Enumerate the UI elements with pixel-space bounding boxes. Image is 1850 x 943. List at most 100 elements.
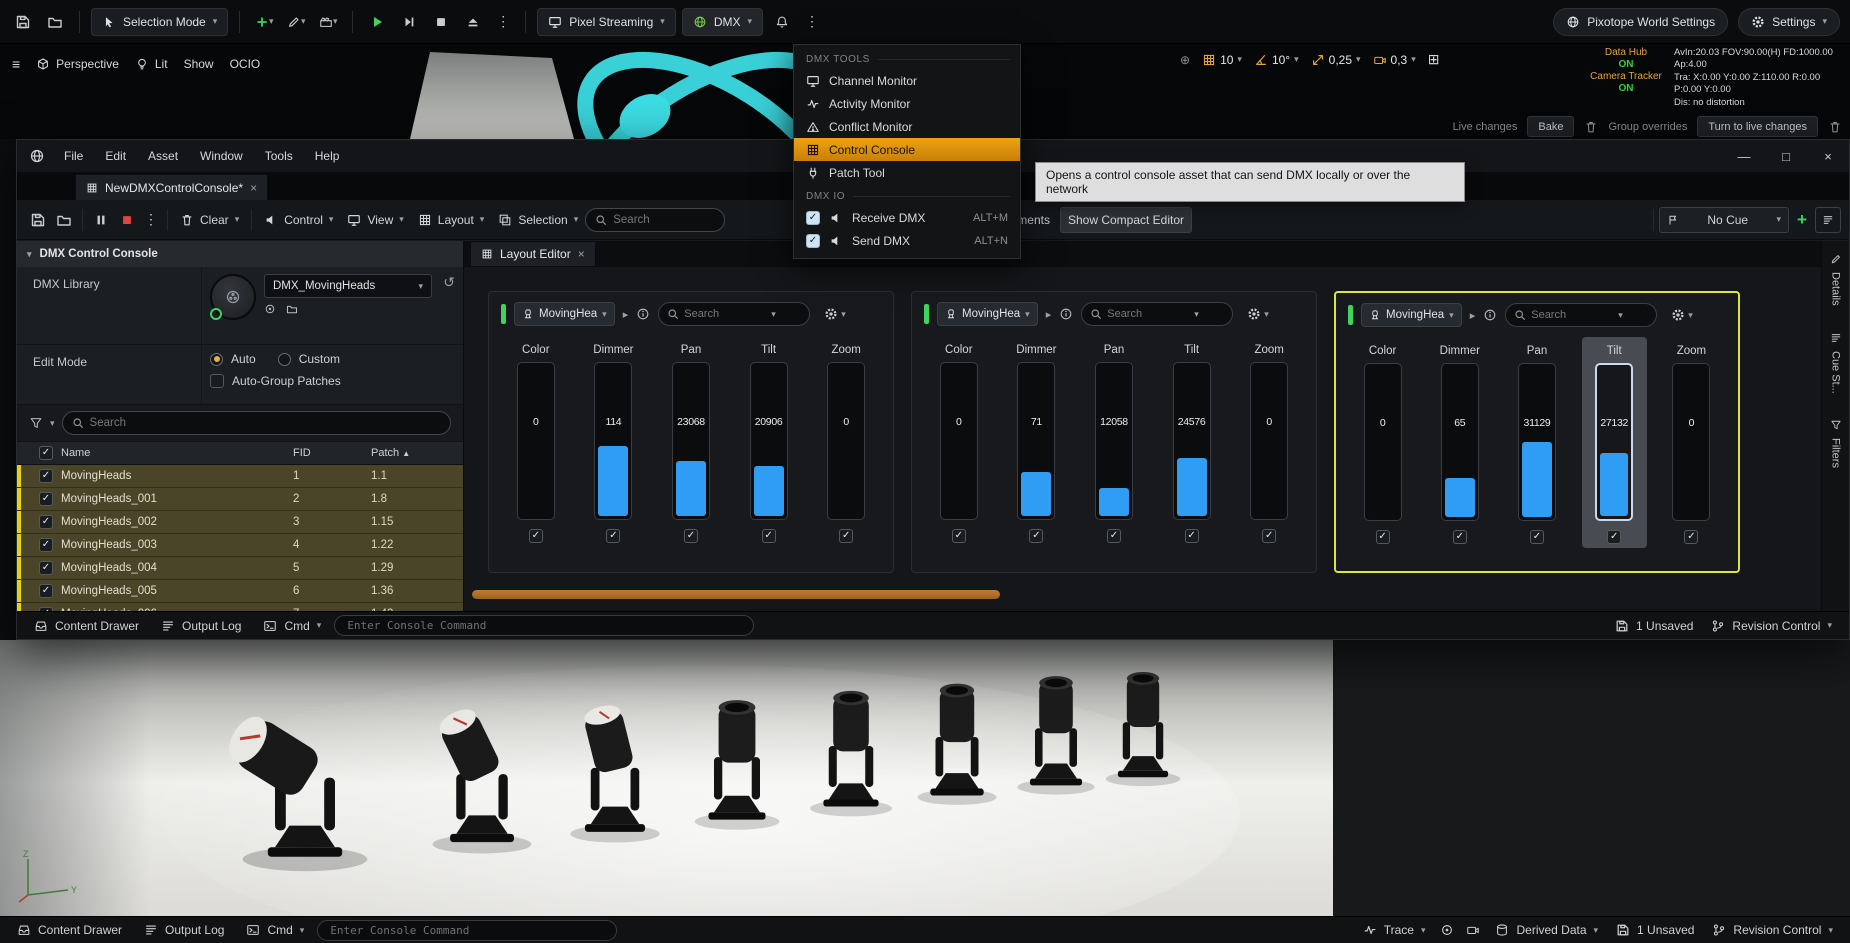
chevron-down-icon[interactable]: ▾	[50, 418, 55, 429]
send-dmx-checkbox[interactable]	[806, 234, 820, 248]
menu-item-control-console[interactable]: Control Console	[794, 138, 1020, 161]
fader-zoom[interactable]: Zoom 0	[813, 336, 879, 547]
row-checkbox[interactable]	[39, 492, 53, 506]
info-icon[interactable]	[636, 307, 650, 321]
group-name-dropdown[interactable]: MovingHea▾	[1361, 303, 1462, 327]
menu-item-receive-dmx[interactable]: Receive DMX ALT+M	[794, 206, 1020, 229]
menu-asset[interactable]: Asset	[137, 149, 189, 163]
group-search-input[interactable]: ▾	[658, 302, 810, 326]
left-panel-header[interactable]: ▾DMX Control Console	[17, 241, 463, 267]
patch-row[interactable]: MovingHeads 1 1.1	[17, 465, 463, 488]
revision-control-dropdown[interactable]: Revision Control▾	[1703, 918, 1842, 942]
group-search-input[interactable]: ▾	[1081, 302, 1233, 326]
group-name-dropdown[interactable]: MovingHea▾	[937, 302, 1038, 326]
stop-button[interactable]	[428, 9, 454, 35]
layout-editor-canvas[interactable]: MovingHea▾ ▸ ▾ ▾ Color 0	[464, 267, 1821, 611]
viewport-options-menu[interactable]: ≡	[12, 56, 20, 72]
derived-data-dropdown[interactable]: Derived Data▾	[1486, 918, 1607, 942]
pixel-streaming-dropdown[interactable]: Pixel Streaming ▾	[537, 8, 676, 36]
fader-track[interactable]: 0	[1672, 363, 1710, 521]
fader-dimmer[interactable]: Dimmer 114	[581, 336, 647, 547]
group-expand-arrow[interactable]: ▸	[623, 308, 629, 321]
output-log-button[interactable]: Output Log	[152, 614, 250, 638]
browse-to-asset-button[interactable]	[51, 207, 77, 233]
close-tab-icon[interactable]: ×	[578, 247, 585, 261]
save-button[interactable]	[10, 9, 36, 35]
fader-enable-checkbox[interactable]	[529, 529, 543, 543]
fader-enable-checkbox[interactable]	[1185, 529, 1199, 543]
patch-row[interactable]: MovingHeads_006 7 1.43	[17, 603, 463, 611]
minimize-button[interactable]: —	[1723, 140, 1765, 173]
fader-enable-checkbox[interactable]	[1607, 530, 1621, 544]
column-fid[interactable]: FID	[293, 447, 363, 459]
fader-zoom[interactable]: Zoom 0	[1236, 336, 1302, 547]
fader-pan[interactable]: Pan 12058	[1081, 336, 1147, 547]
fader-enable-checkbox[interactable]	[1029, 529, 1043, 543]
unsaved-indicator[interactable]: 1 Unsaved	[1607, 918, 1703, 942]
scale-snap-dropdown[interactable]: 0,25▾	[1311, 53, 1361, 67]
fader-pan[interactable]: Pan 31129	[1504, 337, 1569, 548]
cinematics-button[interactable]: ▾	[315, 9, 341, 35]
fader-track[interactable]: 24576	[1173, 362, 1211, 520]
dmx-dropdown[interactable]: DMX ▾	[682, 8, 763, 36]
fader-track[interactable]: 0	[827, 362, 865, 520]
side-tab-cuest[interactable]: Cue St...	[1830, 332, 1842, 394]
lit-dropdown[interactable]: Lit	[135, 57, 168, 71]
selection-mode-dropdown[interactable]: Selection Mode ▾	[91, 8, 228, 36]
grid-snap-dropdown[interactable]: 10▾	[1202, 53, 1242, 67]
save-asset-button[interactable]	[25, 207, 51, 233]
playback-options-menu[interactable]: ⋮	[140, 211, 162, 228]
row-checkbox[interactable]	[39, 515, 53, 529]
filter-funnel-icon[interactable]	[29, 416, 43, 430]
level-viewport-3d[interactable]: Z Y	[0, 640, 1850, 916]
fader-enable-checkbox[interactable]	[606, 529, 620, 543]
rotation-snap-dropdown[interactable]: 10°▾	[1254, 53, 1299, 67]
toolbar-search-input[interactable]	[585, 208, 725, 232]
group-settings-dropdown[interactable]: ▾	[1665, 303, 1699, 327]
fader-dimmer[interactable]: Dimmer 71	[1004, 336, 1070, 547]
patch-row[interactable]: MovingHeads_003 4 1.22	[17, 534, 463, 557]
fader-pan[interactable]: Pan 23068	[658, 336, 724, 547]
fader-enable-checkbox[interactable]	[1684, 530, 1698, 544]
camera-speed-dropdown[interactable]: 0,3▾	[1373, 53, 1416, 67]
output-log-button[interactable]: Output Log	[135, 918, 233, 942]
horizontal-scrollbar[interactable]	[472, 590, 1000, 599]
maximize-viewport-button[interactable]: ⊞	[1428, 51, 1440, 68]
perspective-dropdown[interactable]: Perspective	[36, 57, 119, 71]
fader-enable-checkbox[interactable]	[1530, 530, 1544, 544]
fader-track[interactable]: 27132	[1595, 363, 1633, 521]
cmd-dropdown[interactable]: Cmd▾	[237, 918, 313, 942]
info-icon[interactable]	[1483, 308, 1497, 322]
frame-skip-button[interactable]	[396, 9, 422, 35]
cue-dropdown[interactable]: No Cue▾	[1659, 207, 1789, 233]
show-dropdown[interactable]: Show	[184, 57, 214, 71]
group-expand-arrow[interactable]: ▸	[1046, 308, 1052, 321]
fader-tilt[interactable]: Tilt 27132	[1582, 337, 1647, 548]
fader-enable-checkbox[interactable]	[839, 529, 853, 543]
asset-tab[interactable]: NewDMXControlConsole* ×	[75, 174, 268, 200]
close-button[interactable]: ×	[1807, 140, 1849, 173]
auto-radio[interactable]	[210, 353, 223, 366]
fader-track[interactable]: 31129	[1518, 363, 1556, 521]
receive-dmx-checkbox[interactable]	[806, 211, 820, 225]
fader-track[interactable]: 23068	[672, 362, 710, 520]
fader-track[interactable]: 0	[940, 362, 978, 520]
fader-enable-checkbox[interactable]	[1453, 530, 1467, 544]
close-tab-icon[interactable]: ×	[250, 181, 257, 195]
group-settings-dropdown[interactable]: ▾	[1241, 302, 1275, 326]
fader-track[interactable]: 0	[1250, 362, 1288, 520]
custom-radio[interactable]	[278, 353, 291, 366]
menu-edit[interactable]: Edit	[94, 149, 137, 163]
unsaved-indicator[interactable]: 1 Unsaved	[1606, 614, 1702, 638]
quick-add-button[interactable]: ▾	[251, 9, 277, 35]
column-patch[interactable]: Patch ▲	[371, 447, 463, 459]
console-command-input[interactable]	[334, 615, 754, 636]
trash-icon[interactable]	[1584, 120, 1598, 134]
import-content-button[interactable]	[42, 9, 68, 35]
cmd-dropdown[interactable]: Cmd▾	[254, 614, 330, 638]
stop-sending-button[interactable]	[114, 207, 140, 233]
fader-track[interactable]: 71	[1017, 362, 1055, 520]
fader-group-2[interactable]: MovingHea▾ ▸ ▾ ▾ Color 0	[911, 291, 1317, 573]
row-checkbox[interactable]	[39, 561, 53, 575]
show-compact-editor-button[interactable]: Show Compact Editor	[1060, 207, 1192, 233]
